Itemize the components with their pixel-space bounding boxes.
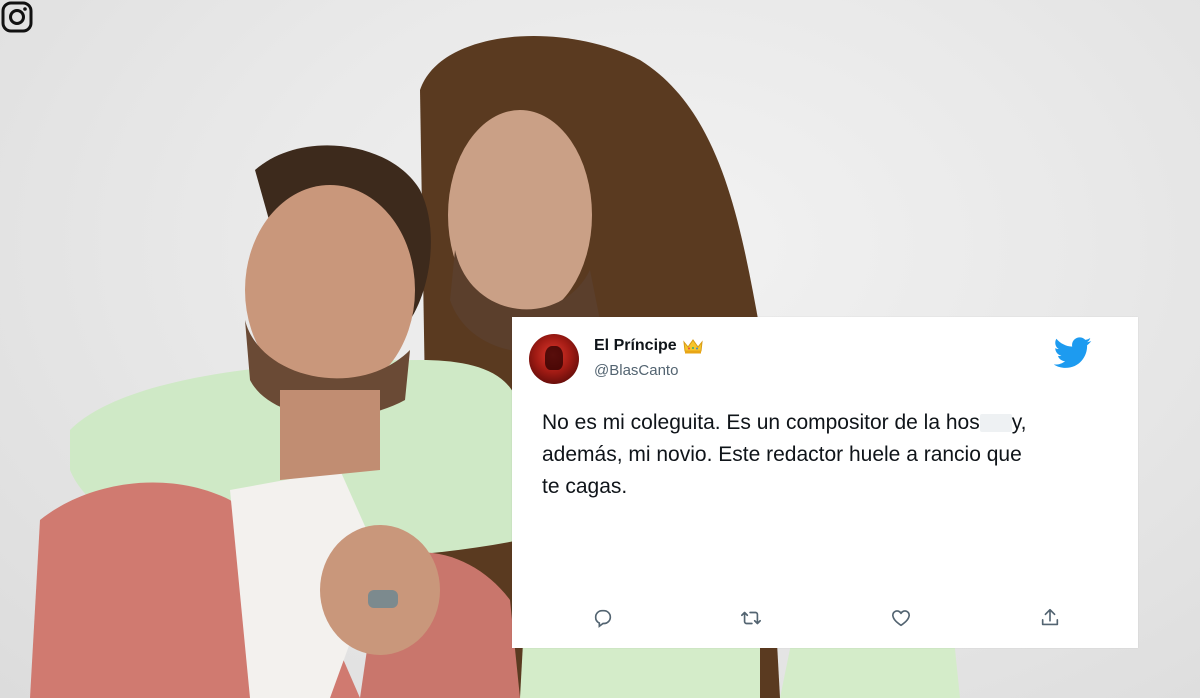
retweet-button[interactable] bbox=[740, 607, 766, 633]
tweet-text-line1-end: y, bbox=[1011, 411, 1027, 434]
tweet-actions bbox=[512, 607, 1138, 637]
tweet-text-line2: además, mi novio. Este redactor huele a … bbox=[542, 443, 1022, 466]
tweet-text-line1: No es mi coleguita. Es un compositor de … bbox=[542, 411, 980, 434]
display-name[interactable]: El Príncipe bbox=[594, 337, 677, 355]
twitter-bird-icon[interactable] bbox=[1054, 337, 1092, 369]
share-button[interactable] bbox=[1039, 607, 1065, 633]
share-icon bbox=[1041, 608, 1059, 626]
tweet-card: El Príncipe @BlasCanto No es mi coleguit… bbox=[512, 317, 1138, 648]
tweet-text-line3: te cagas. bbox=[542, 475, 628, 498]
instagram-icon bbox=[1, 1, 33, 33]
like-button[interactable] bbox=[890, 607, 916, 633]
crown-icon bbox=[683, 339, 703, 354]
reply-button[interactable] bbox=[592, 607, 618, 633]
handle[interactable]: @BlasCanto bbox=[594, 362, 678, 379]
censored-word bbox=[979, 414, 1012, 433]
reply-icon bbox=[594, 609, 612, 628]
avatar[interactable] bbox=[529, 334, 579, 384]
author-name-row: El Príncipe bbox=[594, 337, 704, 355]
retweet-icon bbox=[741, 611, 761, 625]
tweet-text: No es mi coleguita. Es un compositor de … bbox=[542, 407, 1122, 503]
like-icon bbox=[891, 610, 911, 627]
